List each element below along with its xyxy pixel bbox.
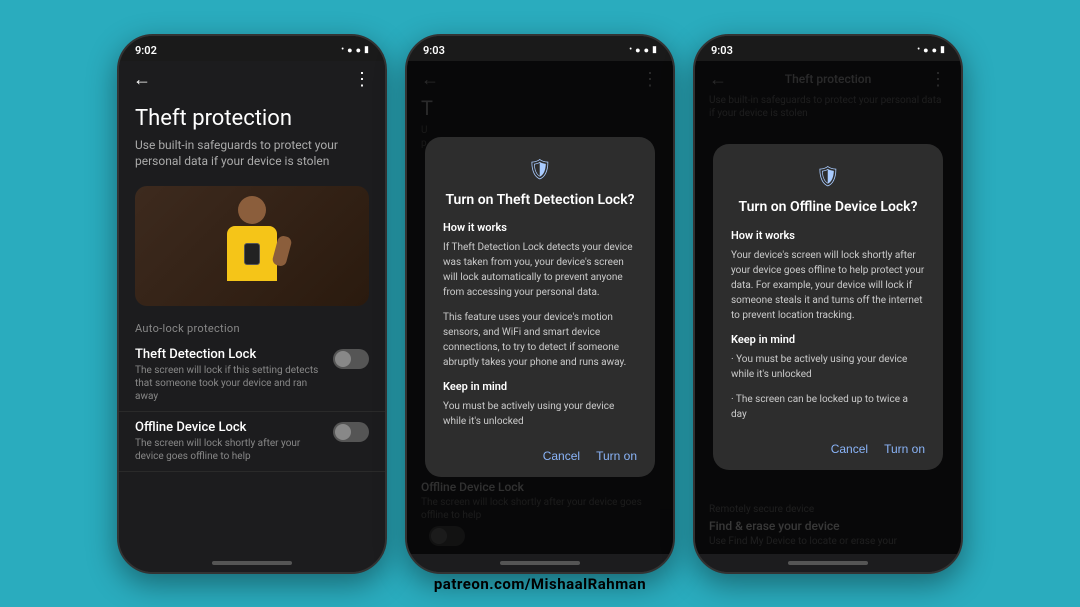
confirm-button-2[interactable]: Turn on xyxy=(596,449,637,463)
how-it-works-label-2: How it works xyxy=(443,221,637,234)
dialog-body1-3: Your device's screen will lock shortly a… xyxy=(731,248,925,323)
phone1-header: ← ⋮ xyxy=(119,61,385,98)
status-icons-1: • ● ● ▮ xyxy=(341,45,369,56)
phone1-subtitle: Use built-in safeguards to protect your … xyxy=(119,137,385,181)
wifi-icon-2: ● xyxy=(635,45,640,56)
signal-icon-3: ● xyxy=(932,45,937,56)
dialog-bullet1-3: · You must be actively using your device… xyxy=(731,352,925,382)
dialog-body2-2: This feature uses your device's motion s… xyxy=(443,310,637,370)
phone-1: 9:02 • ● ● ▮ ← ⋮ Theft protection Use bu… xyxy=(117,34,387,574)
status-time-3: 9:03 xyxy=(711,44,733,57)
dialog-buttons-3: Cancel Turn on xyxy=(731,434,925,456)
phone3-bottom-bar xyxy=(695,554,961,572)
cancel-button-3[interactable]: Cancel xyxy=(831,442,868,456)
status-time-1: 9:02 xyxy=(135,44,157,57)
theft-detection-dialog: 🛡 Turn on Theft Detection Lock? How it w… xyxy=(425,137,655,477)
signal-icon-2: ● xyxy=(644,45,649,56)
battery-icon-3: ▮ xyxy=(940,45,945,55)
home-indicator-2 xyxy=(500,561,580,565)
phone-3: 9:03 • ● ● ▮ ← Theft protection ⋮ Use bu… xyxy=(693,34,963,574)
back-button-1[interactable]: ← xyxy=(133,69,151,90)
status-bar-1: 9:02 • ● ● ▮ xyxy=(119,36,385,61)
signal-icon: ● xyxy=(356,45,361,56)
person-phone xyxy=(244,243,260,265)
bluetooth-icon-3: • xyxy=(917,45,920,55)
person-body xyxy=(227,226,277,281)
cancel-button-2[interactable]: Cancel xyxy=(543,449,580,463)
keep-in-mind-label-2: Keep in mind xyxy=(443,380,637,393)
bluetooth-icon: • xyxy=(341,45,344,55)
dialog-buttons-2: Cancel Turn on xyxy=(443,441,637,463)
home-indicator-3 xyxy=(788,561,868,565)
dialog-shield-icon-2: 🛡 xyxy=(443,157,637,181)
dialog-shield-icon-3: 🛡 xyxy=(731,164,925,188)
bluetooth-icon-2: • xyxy=(629,45,632,55)
phone1-bottom-bar xyxy=(119,554,385,572)
status-bar-2: 9:03 • ● ● ▮ xyxy=(407,36,673,61)
status-bar-3: 9:03 • ● ● ▮ xyxy=(695,36,961,61)
dialog-overlay-2: 🛡 Turn on Theft Detection Lock? How it w… xyxy=(407,61,673,554)
dialog-title-2: Turn on Theft Detection Lock? xyxy=(443,191,637,209)
theft-detection-desc: The screen will lock if this setting det… xyxy=(135,364,325,403)
status-icons-3: • ● ● ▮ xyxy=(917,45,945,56)
offline-device-desc: The screen will lock shortly after your … xyxy=(135,437,325,463)
phones-container: 9:02 • ● ● ▮ ← ⋮ Theft protection Use bu… xyxy=(0,0,1080,607)
keep-in-mind-label-3: Keep in mind xyxy=(731,333,925,346)
dialog-body1-2: If Theft Detection Lock detects your dev… xyxy=(443,240,637,300)
battery-icon-2: ▮ xyxy=(652,45,657,55)
theft-detection-title: Theft Detection Lock xyxy=(135,347,325,362)
phone3-content: ← Theft protection ⋮ Use built-in safegu… xyxy=(695,61,961,554)
phone1-title: Theft protection xyxy=(119,98,385,137)
phone1-content: ← ⋮ Theft protection Use built-in safegu… xyxy=(119,61,385,554)
person-head xyxy=(238,196,266,224)
phone1-illustration xyxy=(135,186,369,306)
phone2-content: ← ⋮ T Up 🛡 Turn on Theft Detection Lock?… xyxy=(407,61,673,554)
status-time-2: 9:03 xyxy=(423,44,445,57)
dialog-bullet2-3: · The screen can be locked up to twice a… xyxy=(731,392,925,422)
offline-device-setting[interactable]: Offline Device Lock The screen will lock… xyxy=(119,412,385,472)
watermark: patreon.com/MishaalRahman xyxy=(0,575,1080,593)
phone2-bottom-bar xyxy=(407,554,673,572)
section-label-1: Auto-lock protection xyxy=(119,316,385,339)
dialog-title-3: Turn on Offline Device Lock? xyxy=(731,198,925,216)
status-icons-2: • ● ● ▮ xyxy=(629,45,657,56)
dialog-body3-2: You must be actively using your device w… xyxy=(443,399,637,429)
person-arm xyxy=(271,235,292,268)
wifi-icon-3: ● xyxy=(923,45,928,56)
dialog-overlay-3: 🛡 Turn on Offline Device Lock? How it wo… xyxy=(695,61,961,554)
home-indicator-1 xyxy=(212,561,292,565)
person-illustration xyxy=(217,196,287,296)
battery-icon: ▮ xyxy=(364,45,369,55)
wifi-icon: ● xyxy=(347,45,352,56)
how-it-works-label-3: How it works xyxy=(731,229,925,242)
menu-button-1[interactable]: ⋮ xyxy=(353,69,371,90)
offline-device-title: Offline Device Lock xyxy=(135,420,325,435)
theft-detection-setting[interactable]: Theft Detection Lock The screen will loc… xyxy=(119,339,385,412)
theft-detection-toggle[interactable] xyxy=(333,349,369,369)
phone-2: 9:03 • ● ● ▮ ← ⋮ T Up 🛡 xyxy=(405,34,675,574)
offline-device-toggle[interactable] xyxy=(333,422,369,442)
confirm-button-3[interactable]: Turn on xyxy=(884,442,925,456)
offline-device-dialog: 🛡 Turn on Offline Device Lock? How it wo… xyxy=(713,144,943,469)
